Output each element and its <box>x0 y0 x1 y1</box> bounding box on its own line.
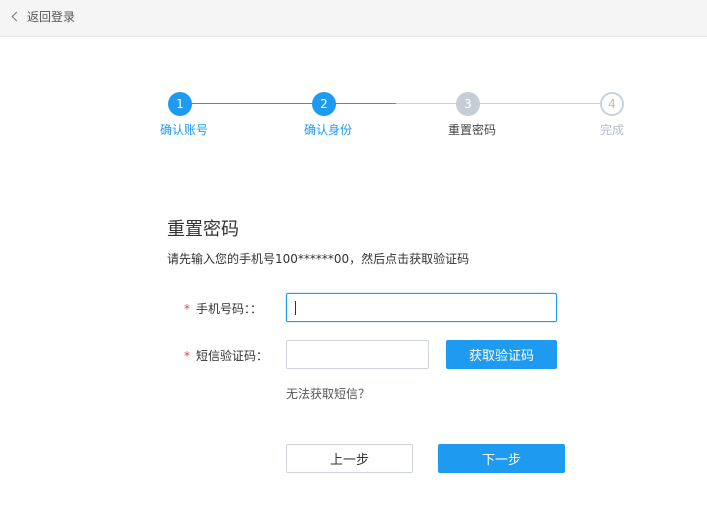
text-caret <box>295 301 296 315</box>
step-2-indicator: 2 <box>312 92 336 116</box>
phone-label: 手机号码：： <box>196 302 263 316</box>
sms-code-label: 短信验证码： <box>196 349 269 363</box>
sms-code-input[interactable] <box>286 340 429 369</box>
phone-input[interactable] <box>286 293 557 322</box>
next-step-button[interactable]: 下一步 <box>438 444 565 473</box>
chevron-left-icon <box>11 11 22 21</box>
step-4-label: 完成 <box>599 123 625 137</box>
step-4-indicator: 4 <box>600 92 624 116</box>
prev-step-button[interactable]: 上一步 <box>286 444 413 473</box>
page-title: 重置密码 <box>167 219 239 240</box>
step-1-indicator: 1 <box>168 92 192 116</box>
back-to-login-link[interactable]: 返回登录 <box>10 7 75 25</box>
top-bar: 返回登录 <box>0 0 707 37</box>
instruction-text: 请先输入您的手机号100******00，然后点击获取验证码 <box>167 252 470 266</box>
step-connector-3 <box>396 103 612 104</box>
step-1-label: 确认账号 <box>159 123 209 137</box>
step-2-label: 确认身份 <box>303 123 353 137</box>
step-3-label: 重置密码 <box>447 123 497 137</box>
required-marker: * <box>184 302 190 316</box>
get-code-button[interactable]: 获取验证码 <box>446 340 557 369</box>
back-label: 返回登录 <box>27 9 76 24</box>
required-marker: * <box>184 349 190 363</box>
step-3-indicator: 3 <box>456 92 480 116</box>
no-sms-link[interactable]: 无法获取短信？ <box>286 385 370 402</box>
step-connector-1 <box>180 103 324 104</box>
